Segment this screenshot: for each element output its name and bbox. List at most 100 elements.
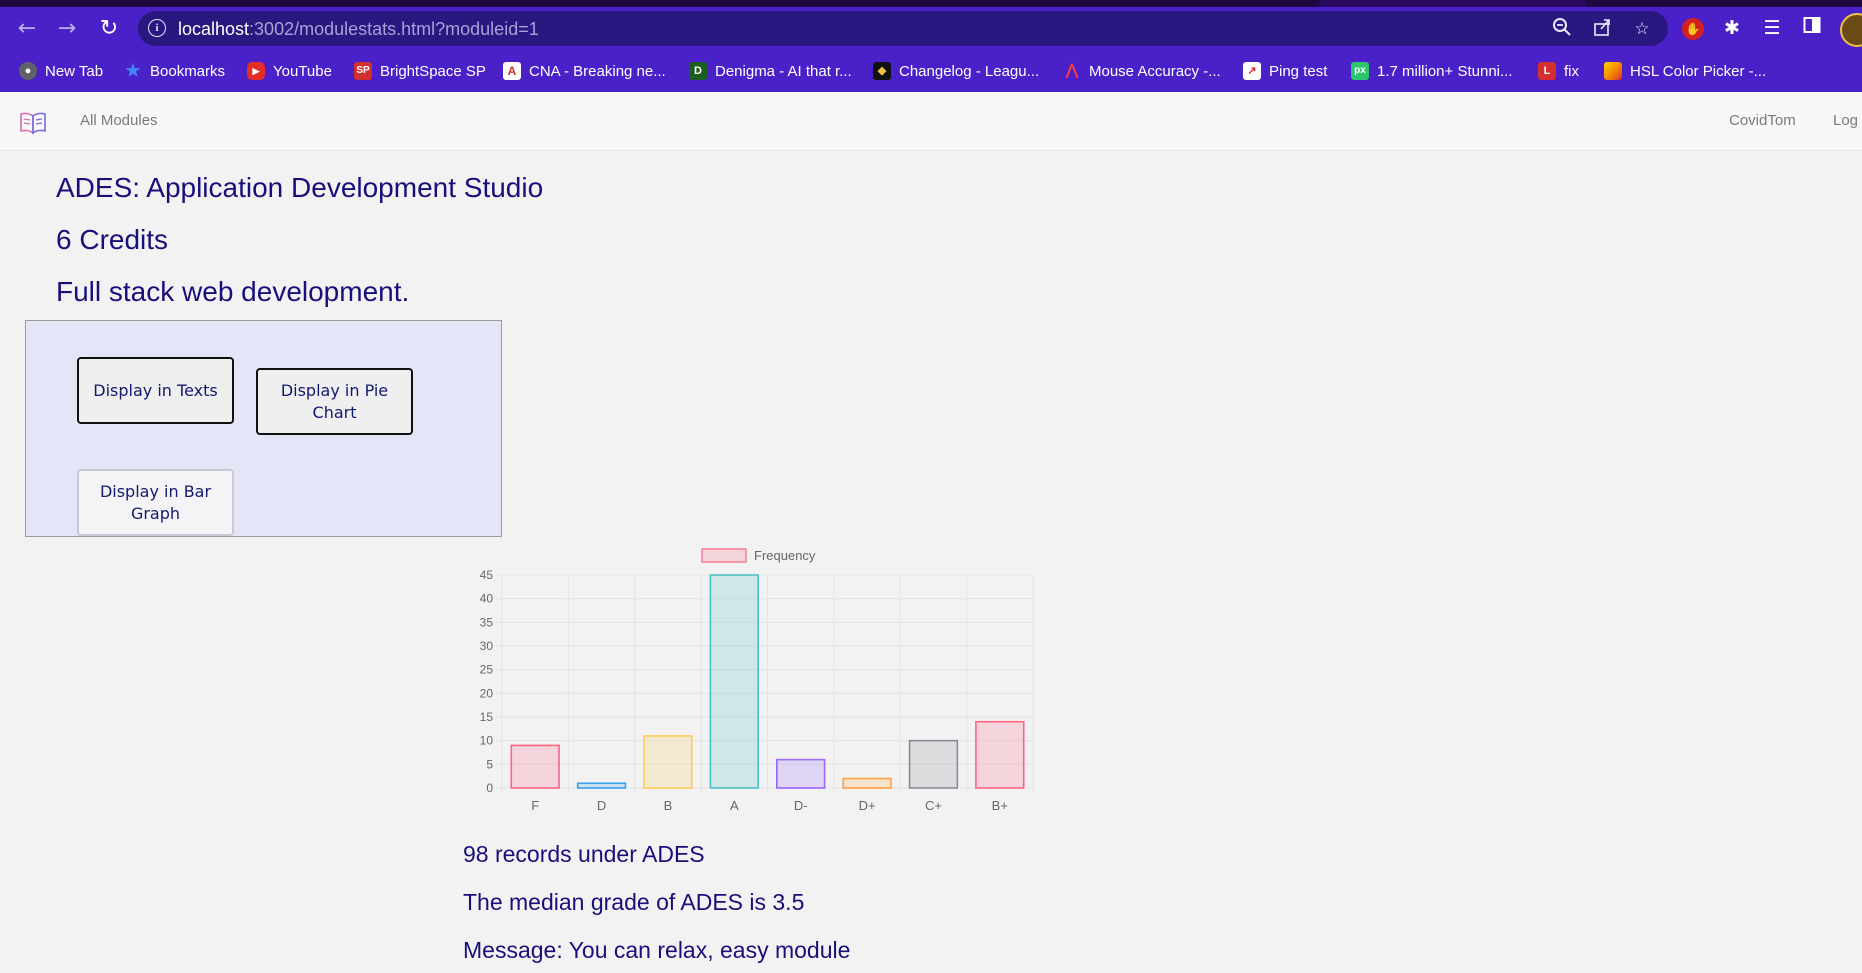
- address-url[interactable]: localhost:3002/modulestats.html?moduleid…: [178, 19, 539, 40]
- sp-icon: SP: [354, 62, 372, 80]
- profile-avatar[interactable]: [1840, 13, 1862, 47]
- y-tick-label: 20: [480, 686, 494, 700]
- ping-icon: ↗: [1243, 62, 1261, 80]
- book-logo-icon[interactable]: [20, 112, 46, 135]
- bar: [842, 777, 892, 789]
- x-tick-label: D: [597, 798, 606, 813]
- y-tick-label: 0: [486, 781, 493, 795]
- l-icon: L: [1538, 62, 1556, 80]
- module-title: ADES: Application Development Studio: [56, 172, 544, 203]
- share-icon[interactable]: [1590, 17, 1614, 41]
- bookmark-label: fix: [1564, 62, 1579, 80]
- x-tick-label: A: [730, 798, 739, 813]
- side-panel-icon[interactable]: [1798, 14, 1826, 42]
- display-options-panel: Display in Texts Display in Pie Chart Di…: [25, 320, 502, 537]
- bookmark-label: New Tab: [45, 62, 104, 80]
- y-tick-label: 25: [480, 663, 494, 677]
- bar: [908, 739, 959, 789]
- star-icon: ★: [125, 61, 141, 80]
- forward-icon[interactable]: →: [52, 14, 82, 44]
- bookmark-label: YouTube: [273, 62, 332, 80]
- module-description: Full stack web development.: [56, 276, 410, 307]
- other-tab[interactable]: [1585, 0, 1862, 7]
- bookmark-label: Denigma - AI that r...: [715, 62, 852, 80]
- url-host: localhost: [178, 19, 250, 39]
- bookmark-cna[interactable]: A CNA - Breaking ne...: [503, 60, 666, 82]
- bookmark-pixabay[interactable]: px 1.7 million+ Stunni...: [1351, 60, 1513, 82]
- hsl-icon: [1604, 62, 1622, 80]
- bar: [975, 720, 1025, 789]
- active-tab[interactable]: [0, 0, 1320, 7]
- y-tick-label: 10: [480, 734, 494, 748]
- bookmark-label: CNA - Breaking ne...: [529, 62, 666, 80]
- bookmark-brightspace[interactable]: SP BrightSpace SP: [354, 60, 486, 82]
- bookmark-hsl-picker[interactable]: HSL Color Picker -...: [1604, 60, 1766, 82]
- bookmark-ping-test[interactable]: ↗ Ping test: [1243, 60, 1327, 82]
- bookmark-youtube[interactable]: ▶ YouTube: [247, 60, 332, 82]
- x-tick-label: F: [531, 798, 539, 813]
- media-queue-icon[interactable]: ☰: [1758, 14, 1786, 42]
- x-tick-label: B: [664, 798, 673, 813]
- pixabay-icon: px: [1351, 62, 1369, 80]
- globe-icon: ●: [19, 62, 37, 80]
- bar: [643, 735, 693, 789]
- bar: [576, 782, 627, 789]
- reload-icon[interactable]: ↻: [94, 14, 124, 44]
- bookmark-label: Mouse Accuracy -...: [1089, 62, 1221, 80]
- bookmark-changelog[interactable]: ◆ Changelog - Leagu...: [873, 60, 1039, 82]
- median-grade-text: The median grade of ADES is 3.5: [463, 889, 805, 915]
- nav-username[interactable]: CovidTom: [1729, 112, 1796, 129]
- bookmark-label: HSL Color Picker -...: [1630, 62, 1767, 80]
- module-credits: 6 Credits: [56, 224, 169, 255]
- display-texts-button[interactable]: Display in Texts: [77, 357, 234, 424]
- y-tick-label: 30: [480, 639, 494, 653]
- display-bar-graph-button[interactable]: Display in Bar Graph: [77, 469, 234, 536]
- bookmark-fix[interactable]: L fix: [1538, 60, 1579, 82]
- x-tick-label: D-: [794, 798, 808, 813]
- adblock-extension-icon[interactable]: ✋: [1682, 18, 1704, 40]
- denigma-icon: D: [689, 62, 707, 80]
- changelog-icon: ◆: [873, 62, 891, 80]
- nav-logout[interactable]: Log: [1833, 112, 1858, 129]
- y-tick-label: 45: [480, 568, 494, 582]
- y-tick-label: 40: [480, 592, 494, 606]
- bookmark-denigma[interactable]: D Denigma - AI that r...: [689, 60, 852, 82]
- bar: [775, 758, 826, 789]
- bookmark-mouse-accuracy[interactable]: ⋀ Mouse Accuracy -...: [1063, 60, 1221, 82]
- mouse-accuracy-icon: ⋀: [1065, 62, 1079, 79]
- address-bar[interactable]: i localhost:3002/modulestats.html?module…: [138, 11, 1668, 46]
- site-info-icon[interactable]: i: [148, 19, 166, 37]
- display-pie-chart-button[interactable]: Display in Pie Chart: [256, 368, 413, 435]
- back-icon[interactable]: ←: [12, 14, 42, 44]
- youtube-icon: ▶: [247, 62, 265, 80]
- cna-icon: A: [503, 62, 521, 80]
- module-message-text: Message: You can relax, easy module: [463, 937, 851, 963]
- browser-chrome: ← → ↻ i localhost:3002/modulestats.html?…: [0, 0, 1862, 92]
- legend-swatch: [701, 548, 747, 563]
- bar: [709, 574, 760, 789]
- x-tick-label: C+: [925, 798, 942, 813]
- bookmark-label: Bookmarks: [150, 62, 226, 80]
- bookmark-star-icon[interactable]: ☆: [1630, 17, 1654, 41]
- legend-label: Frequency: [754, 548, 816, 563]
- y-tick-label: 35: [480, 615, 494, 629]
- bookmark-label: 1.7 million+ Stunni...: [1377, 62, 1513, 80]
- extensions-puzzle-icon[interactable]: ✱: [1718, 14, 1746, 42]
- x-tick-label: D+: [859, 798, 876, 813]
- grade-frequency-bar-chart: Frequency 0 5 10 15 20 25 30 35 40 45 F D B A D- D+ C+ B+: [480, 548, 1034, 813]
- zoom-icon[interactable]: [1550, 17, 1574, 41]
- bookmark-bookmarks[interactable]: ★ Bookmarks: [124, 60, 225, 82]
- bar: [510, 744, 560, 789]
- nav-all-modules[interactable]: All Modules: [80, 112, 158, 129]
- bookmark-new-tab[interactable]: ● New Tab: [19, 60, 103, 82]
- bookmark-label: Changelog - Leagu...: [899, 62, 1040, 80]
- records-count-text: 98 records under ADES: [463, 841, 705, 867]
- bookmarks-bar: ● New Tab ★ Bookmarks ▶ YouTube SP Brigh…: [0, 56, 1862, 84]
- bookmark-label: Ping test: [1269, 62, 1328, 80]
- bookmark-label: BrightSpace SP: [380, 62, 486, 80]
- x-tick-label: B+: [992, 798, 1008, 813]
- y-tick-label: 5: [486, 757, 493, 771]
- app-navbar: All Modules CovidTom Log: [0, 92, 1862, 151]
- url-path: :3002/modulestats.html?moduleid=1: [249, 19, 539, 39]
- tab-strip: [0, 0, 1862, 7]
